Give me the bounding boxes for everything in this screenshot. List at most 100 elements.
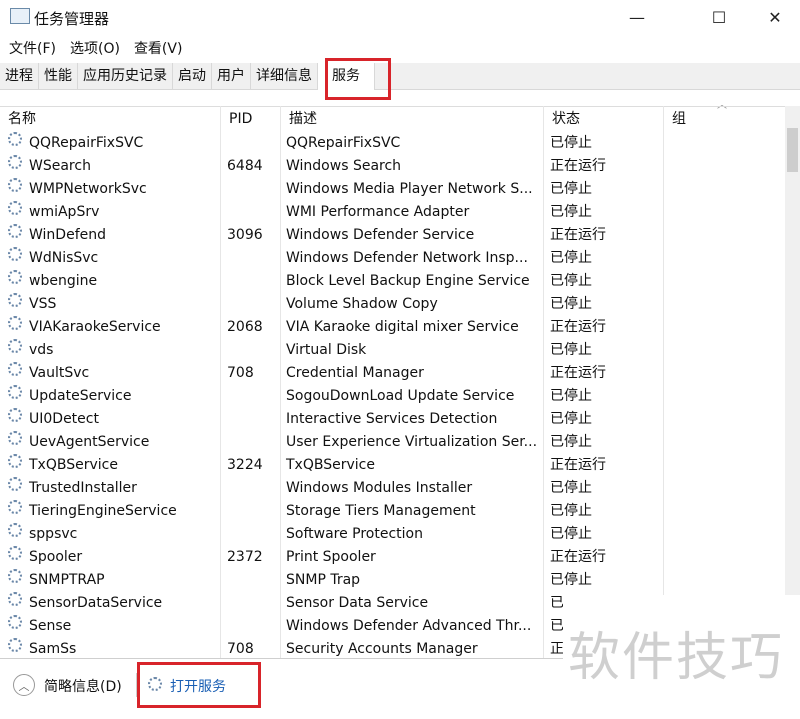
service-gear-icon bbox=[8, 293, 22, 307]
header-status[interactable]: 状态 bbox=[544, 107, 664, 131]
service-description: Windows Defender Advanced Thr... bbox=[286, 618, 532, 634]
maximize-button[interactable]: ☐ bbox=[696, 4, 742, 32]
service-row[interactable]: SNMPTRAP SNMP Trap 已停止 bbox=[0, 569, 785, 592]
service-name: UpdateService bbox=[29, 388, 132, 404]
service-status: 已停止 bbox=[550, 572, 592, 588]
service-status: 已停止 bbox=[550, 342, 592, 358]
service-description: Virtual Disk bbox=[286, 342, 367, 358]
service-status: 正在运行 bbox=[550, 365, 606, 381]
header-name[interactable]: 名称 bbox=[0, 107, 221, 131]
service-gear-icon bbox=[8, 201, 22, 215]
service-row[interactable]: TieringEngineService Storage Tiers Manag… bbox=[0, 500, 785, 523]
service-description: SogouDownLoad Update Service bbox=[286, 388, 515, 404]
service-row[interactable]: Spooler 2372 Print Spooler 正在运行 bbox=[0, 546, 785, 569]
service-row[interactable]: VaultSvc 708 Credential Manager 正在运行 bbox=[0, 362, 785, 385]
tab-users[interactable]: 用户 bbox=[212, 63, 251, 89]
service-status: 已停止 bbox=[550, 411, 592, 427]
service-status: 正在运行 bbox=[550, 158, 606, 174]
service-status: 正在运行 bbox=[550, 457, 606, 473]
menu-file[interactable]: 文件(F) bbox=[0, 38, 61, 60]
service-name: VIAKaraokeService bbox=[29, 319, 161, 335]
service-name: WSearch bbox=[29, 158, 91, 174]
service-description: Sensor Data Service bbox=[286, 595, 429, 611]
service-name: Spooler bbox=[29, 549, 83, 565]
chevron-up-icon[interactable]: ︿ bbox=[13, 674, 35, 696]
service-status: 正在运行 bbox=[550, 227, 606, 243]
vertical-scrollbar[interactable] bbox=[785, 106, 800, 658]
service-row[interactable]: sppsvc Software Protection 已停止 bbox=[0, 523, 785, 546]
service-description: Credential Manager bbox=[286, 365, 424, 381]
service-description: Interactive Services Detection bbox=[286, 411, 498, 427]
service-name: wbengine bbox=[29, 273, 98, 289]
service-status: 已停止 bbox=[550, 480, 592, 496]
service-gear-icon bbox=[8, 408, 22, 422]
window-title: 任务管理器 bbox=[34, 10, 110, 28]
service-gear-icon bbox=[8, 477, 22, 491]
service-row[interactable]: vds Virtual Disk 已停止 bbox=[0, 339, 785, 362]
service-name: SNMPTRAP bbox=[29, 572, 105, 588]
tab-startup[interactable]: 启动 bbox=[173, 63, 212, 89]
tab-details[interactable]: 详细信息 bbox=[251, 63, 318, 89]
minimize-button[interactable]: — bbox=[614, 4, 660, 32]
service-status: 已停止 bbox=[550, 434, 592, 450]
service-gear-icon bbox=[8, 385, 22, 399]
service-description: VIA Karaoke digital mixer Service bbox=[286, 319, 519, 335]
service-name: QQRepairFixSVC bbox=[29, 135, 144, 151]
service-row[interactable]: wmiApSrv WMI Performance Adapter 已停止 bbox=[0, 201, 785, 224]
footer-bar: ︿ 简略信息(D) 打开服务 bbox=[0, 658, 563, 719]
tab-processes[interactable]: 进程 bbox=[0, 63, 39, 89]
service-status: 已停止 bbox=[550, 181, 592, 197]
service-row[interactable]: QQRepairFixSVC QQRepairFixSVC 已停止 bbox=[0, 132, 785, 155]
service-status: 已 bbox=[550, 595, 564, 611]
service-row[interactable]: VSS Volume Shadow Copy 已停止 bbox=[0, 293, 785, 316]
tab-performance[interactable]: 性能 bbox=[39, 63, 78, 89]
service-row[interactable]: UI0Detect Interactive Services Detection… bbox=[0, 408, 785, 431]
service-name: UevAgentService bbox=[29, 434, 150, 450]
service-description: Storage Tiers Management bbox=[286, 503, 476, 519]
tab-app-history[interactable]: 应用历史记录 bbox=[78, 63, 173, 89]
service-row[interactable]: TrustedInstaller Windows Modules Install… bbox=[0, 477, 785, 500]
close-button[interactable]: ✕ bbox=[752, 4, 798, 32]
service-row[interactable]: WMPNetworkSvc Windows Media Player Netwo… bbox=[0, 178, 785, 201]
service-description: Windows Defender Network Insp... bbox=[286, 250, 528, 266]
service-description: Windows Search bbox=[286, 158, 402, 174]
scrollbar-thumb[interactable] bbox=[787, 128, 798, 172]
service-gear-icon bbox=[8, 431, 22, 445]
service-status: 已 bbox=[550, 618, 564, 634]
service-gear-icon bbox=[8, 523, 22, 537]
service-row[interactable]: UevAgentService User Experience Virtuali… bbox=[0, 431, 785, 454]
service-status: 正在运行 bbox=[550, 549, 606, 565]
menu-view[interactable]: 查看(V) bbox=[125, 38, 188, 60]
service-gear-icon bbox=[8, 247, 22, 261]
service-gear-icon bbox=[8, 569, 22, 583]
service-name: WMPNetworkSvc bbox=[29, 181, 147, 197]
service-status: 已停止 bbox=[550, 273, 592, 289]
service-row[interactable]: TxQBService 3224 TxQBService 正在运行 bbox=[0, 454, 785, 477]
watermark: 软件技巧 bbox=[568, 628, 785, 688]
header-group[interactable]: 组 bbox=[664, 107, 785, 131]
service-row[interactable]: WdNisSvc Windows Defender Network Insp..… bbox=[0, 247, 785, 270]
header-pid[interactable]: PID bbox=[221, 107, 281, 131]
service-description: Windows Defender Service bbox=[286, 227, 475, 243]
service-row[interactable]: UpdateService SogouDownLoad Update Servi… bbox=[0, 385, 785, 408]
service-status: 已停止 bbox=[550, 135, 592, 151]
service-row[interactable]: WinDefend 3096 Windows Defender Service … bbox=[0, 224, 785, 247]
service-description: Block Level Backup Engine Service bbox=[286, 273, 530, 289]
service-gear-icon bbox=[8, 316, 22, 330]
service-gear-icon bbox=[8, 270, 22, 284]
service-description: QQRepairFixSVC bbox=[286, 135, 401, 151]
service-gear-icon bbox=[8, 339, 22, 353]
service-status: 已停止 bbox=[550, 388, 592, 404]
service-name: WinDefend bbox=[29, 227, 106, 243]
service-name: VSS bbox=[29, 296, 57, 312]
task-manager-icon bbox=[10, 8, 30, 24]
header-description[interactable]: 描述 bbox=[281, 107, 544, 131]
menu-options[interactable]: 选项(O) bbox=[61, 38, 125, 60]
fewer-details-link[interactable]: 简略信息(D) bbox=[44, 676, 122, 696]
service-status: 正 bbox=[550, 641, 564, 656]
service-row[interactable]: wbengine Block Level Backup Engine Servi… bbox=[0, 270, 785, 293]
service-row[interactable]: WSearch 6484 Windows Search 正在运行 bbox=[0, 155, 785, 178]
column-header: 名称 PID 描述 状态 组 bbox=[0, 106, 785, 131]
service-row[interactable]: VIAKaraokeService 2068 VIA Karaoke digit… bbox=[0, 316, 785, 339]
service-description: User Experience Virtualization Ser... bbox=[286, 434, 538, 450]
